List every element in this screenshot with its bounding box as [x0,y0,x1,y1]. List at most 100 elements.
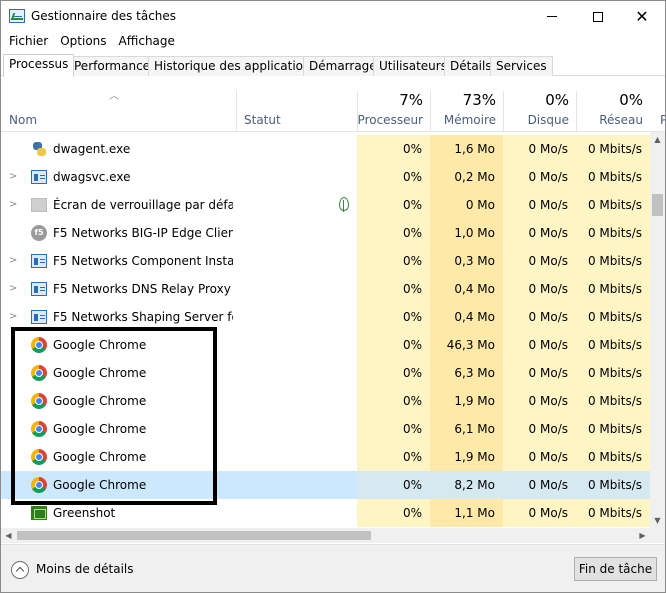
minimize-button[interactable] [529,1,575,32]
network-total: 0% [619,91,643,109]
tab-processus[interactable]: Processus [3,54,75,77]
scroll-down-icon[interactable]: ▼ [650,513,665,528]
table-row[interactable]: Google Chrome 0% 1,9 Mo 0 Mo/s 0 Mbits/s [1,387,650,415]
table-row[interactable]: f5 F5 Networks BIG-IP Edge Client... 0% … [1,219,650,247]
disk-value: 0 Mo/s [503,471,576,499]
scroll-right-icon[interactable]: ▶ [635,528,650,543]
network-value: 0 Mbits/s [576,275,650,303]
chevron-right-icon[interactable]: > [9,303,17,331]
leaf-icon [339,197,349,212]
network-value: 0 Mbits/s [576,303,650,331]
cpu-value: 0% [357,443,430,471]
column-cpu[interactable]: 7% Processeur [357,77,430,132]
scroll-up-icon[interactable]: ▲ [650,132,665,147]
network-value: 0 Mbits/s [576,499,650,527]
column-memory[interactable]: 73% Mémoire [430,77,503,132]
task-manager-window: Gestionnaire des tâches ✕ Fichier Option… [0,0,666,593]
column-network[interactable]: 0% Réseau [576,77,650,132]
memory-value: 46,3 Mo [430,331,503,359]
service-icon [31,282,47,296]
chevron-right-icon[interactable]: > [9,191,17,219]
table-row[interactable]: > Écran de verrouillage par défaut... 0%… [1,191,650,219]
tab-services[interactable]: Services [490,56,553,76]
chevron-right-icon[interactable]: > [9,163,17,191]
table-row[interactable]: dwagent.exe 0% 1,6 Mo 0 Mo/s 0 Mbits/s [1,135,650,163]
column-disk[interactable]: 0% Disque [503,77,576,132]
menu-bar: Fichier Options Affichage [1,32,665,52]
scroll-left-icon[interactable]: ◀ [1,528,16,543]
cpu-value: 0% [357,191,430,219]
disk-value: 0 Mo/s [503,303,576,331]
disk-value: 0 Mo/s [503,135,576,163]
table-row[interactable]: Greenshot 0% 1,1 Mo 0 Mo/s 0 Mbits/s [1,499,650,527]
table-row[interactable]: Google Chrome 0% 6,3 Mo 0 Mo/s 0 Mbits/s [1,359,650,387]
vertical-scroll-thumb[interactable] [652,194,663,216]
memory-value: 0,3 Mo [430,247,503,275]
memory-value: 1,1 Mo [430,499,503,527]
title-bar: Gestionnaire des tâches ✕ [1,1,665,32]
horizontal-scroll-thumb[interactable] [17,531,371,540]
network-value: 0 Mbits/s [576,331,650,359]
memory-value: 0,2 Mo [430,163,503,191]
maximize-icon [593,11,603,22]
column-name[interactable]: Nom [1,77,236,132]
table-row[interactable]: Google Chrome 0% 46,3 Mo 0 Mo/s 0 Mbits/… [1,331,650,359]
memory-total: 73% [462,91,496,109]
table-row[interactable]: Google Chrome 0% 6,1 Mo 0 Mo/s 0 Mbits/s [1,415,650,443]
column-network-label: Réseau [599,113,643,127]
chrome-icon [31,449,47,465]
cpu-value: 0% [357,163,430,191]
network-value: 0 Mbits/s [576,135,650,163]
blank-app-icon [31,198,47,212]
process-name: Google Chrome [53,450,147,464]
process-name: Écran de verrouillage par défaut... [53,198,233,212]
maximize-button[interactable] [575,1,621,32]
chevron-right-icon[interactable]: > [9,247,17,275]
table-row[interactable]: Google Chrome 0% 1,9 Mo 0 Mo/s 0 Mbits/s [1,443,650,471]
memory-value: 0 Mo [430,191,503,219]
close-button[interactable]: ✕ [619,1,665,32]
menu-fichier[interactable]: Fichier [3,32,54,52]
chrome-icon [31,421,47,437]
chevron-up-circle-icon[interactable] [11,561,29,579]
tab-historique[interactable]: Historique des applications [148,56,323,76]
network-value: 0 Mbits/s [576,387,650,415]
table-row[interactable]: > dwagsvc.exe 0% 0,2 Mo 0 Mo/s 0 Mbits/s [1,163,650,191]
process-name: Google Chrome [53,394,147,408]
chrome-icon [31,365,47,381]
process-name: F5 Networks Shaping Server for ... [53,310,233,324]
disk-value: 0 Mo/s [503,191,576,219]
less-details-link[interactable]: Moins de détails [36,562,134,576]
column-memory-label: Mémoire [443,113,496,127]
service-icon [31,170,47,184]
process-name: Google Chrome [53,366,147,380]
menu-affichage[interactable]: Affichage [113,32,181,52]
memory-value: 0,4 Mo [430,275,503,303]
process-name: Greenshot [53,506,116,520]
cpu-value: 0% [357,499,430,527]
table-row-selected[interactable]: Google Chrome 0% 8,2 Mo 0 Mo/s 0 Mbits/s [1,471,650,499]
network-value: 0 Mbits/s [576,415,650,443]
process-list: dwagent.exe 0% 1,6 Mo 0 Mo/s 0 Mbits/s >… [1,133,650,528]
tab-performance[interactable]: Performance [68,56,157,76]
disk-value: 0 Mo/s [503,359,576,387]
chrome-icon [31,477,47,493]
menu-options[interactable]: Options [54,32,112,52]
chevron-right-icon[interactable]: > [9,275,17,303]
end-task-button[interactable]: Fin de tâche [574,557,657,581]
column-extra-label: P [660,113,665,127]
horizontal-scrollbar[interactable]: ◀ ▶ [1,528,650,543]
table-row[interactable]: > F5 Networks Component Install... 0% 0,… [1,247,650,275]
table-row[interactable]: > F5 Networks DNS Relay Proxy fo... 0% 0… [1,275,650,303]
vertical-scrollbar[interactable]: ▲ ▼ [650,132,665,528]
network-value: 0 Mbits/s [576,191,650,219]
column-status[interactable]: Statut [236,77,357,132]
cpu-value: 0% [357,247,430,275]
tab-demarrage[interactable]: Démarrage [303,56,383,76]
column-header-row: ︿ Nom Statut 7% Processeur 73% Mémoire 0… [1,77,665,132]
table-row[interactable]: > F5 Networks Shaping Server for ... 0% … [1,303,650,331]
network-value: 0 Mbits/s [576,443,650,471]
column-extra[interactable]: P [650,77,665,132]
tab-utilisateurs[interactable]: Utilisateurs [373,56,453,76]
greenshot-icon [31,506,47,520]
